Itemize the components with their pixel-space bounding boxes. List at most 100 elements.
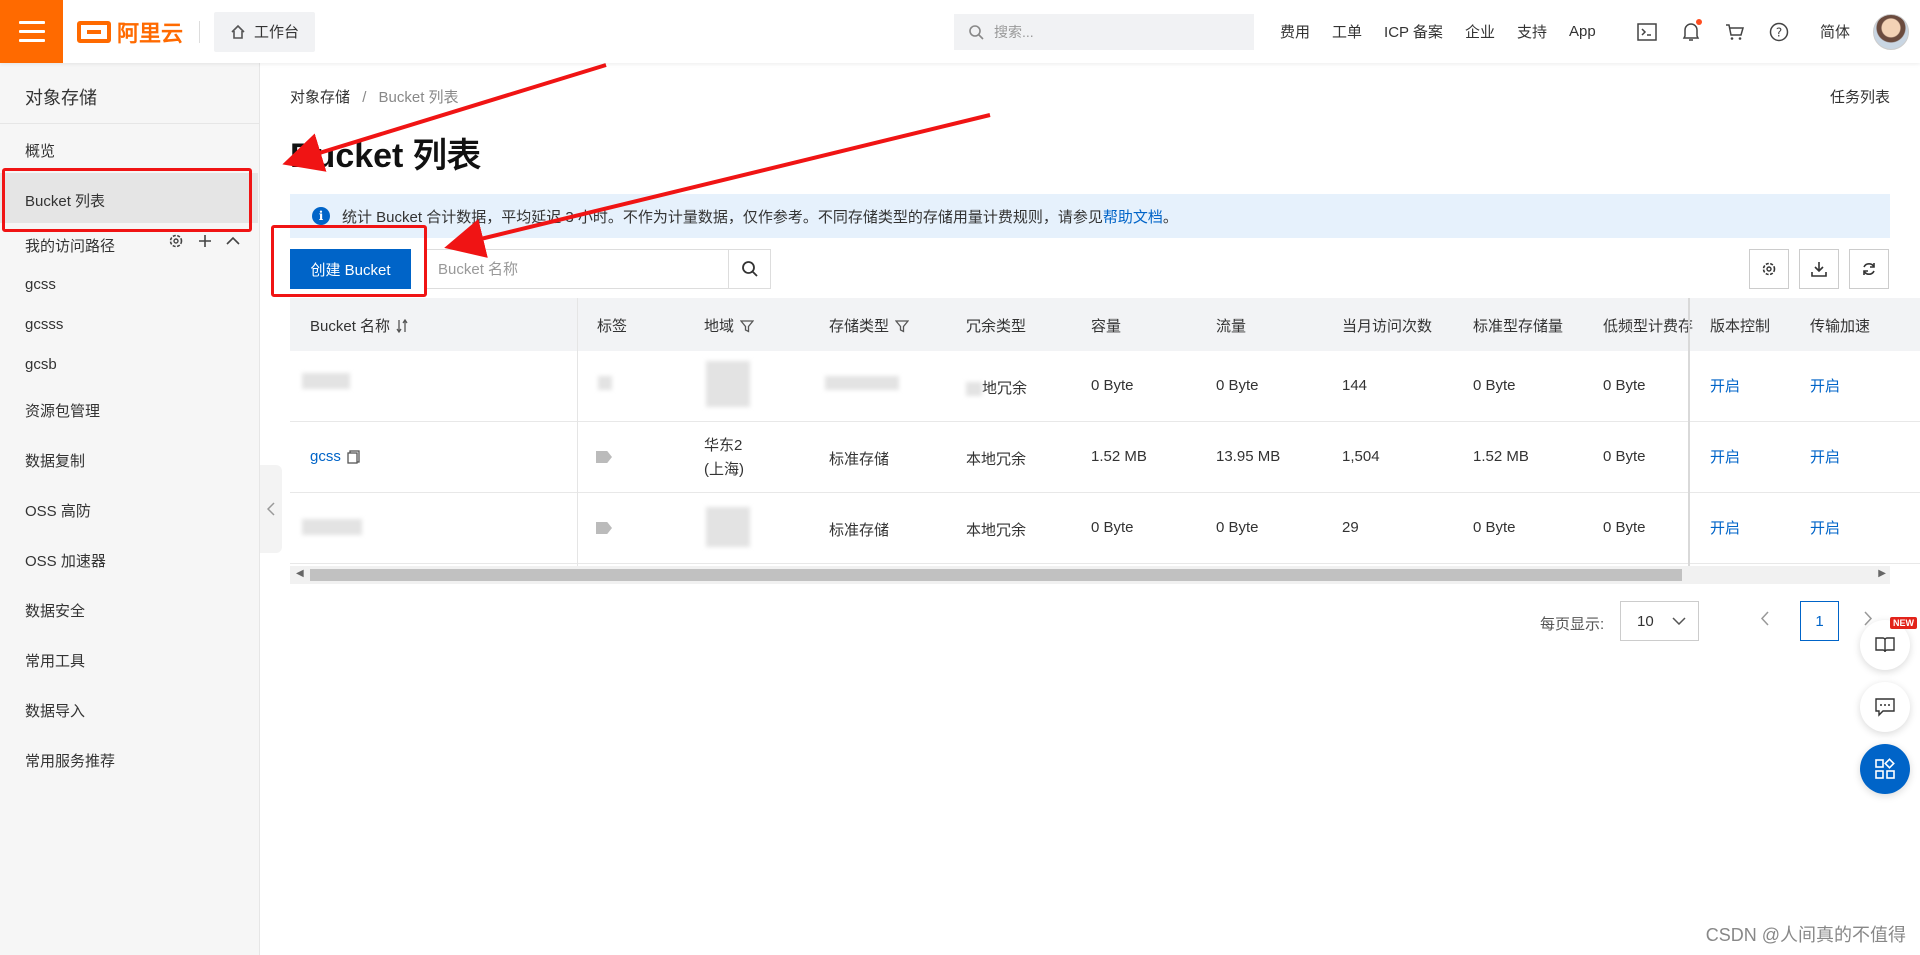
th-ia-billing: 低频型计费存: [1603, 318, 1694, 335]
aliyun-logo[interactable]: 阿里云: [77, 16, 183, 48]
bell-icon[interactable]: [1680, 18, 1702, 43]
prev-page-button[interactable]: [1760, 610, 1769, 631]
copy-icon[interactable]: [347, 449, 360, 464]
redacted-tag: [598, 376, 612, 390]
sidebar-item-service-recommend[interactable]: 常用服务推荐: [25, 750, 115, 771]
top-icons: ?: [1636, 0, 1790, 63]
chat-icon: [1875, 698, 1895, 717]
sidebar-item-data-import[interactable]: 数据导入: [25, 700, 85, 721]
sidebar-divider: [0, 123, 260, 124]
column-divider: [577, 298, 578, 568]
help-doc-link[interactable]: 帮助文档: [1103, 209, 1163, 226]
sort-icon[interactable]: [396, 318, 408, 333]
filter-icon[interactable]: [740, 319, 755, 333]
feedback-button[interactable]: [1860, 682, 1910, 732]
chevron-up-icon[interactable]: [226, 236, 240, 246]
cell-standard: 0 Byte: [1473, 519, 1516, 536]
table-row: gcss 华东2 (上海) 标准存储 本地冗余 1.52 MB 13.95 MB…: [290, 422, 1920, 493]
cell-redundancy: 本地冗余: [966, 451, 1027, 468]
cell-region-line2: (上海): [704, 461, 744, 478]
cell-traffic: 13.95 MB: [1216, 448, 1281, 465]
logo-text: 阿里云: [117, 20, 184, 46]
sidebar-item-oss-accelerator[interactable]: OSS 加速器: [25, 550, 106, 571]
annotation-box-create-bucket: [271, 225, 427, 297]
sidebar-path-gcsb[interactable]: gcsb: [25, 356, 57, 373]
user-avatar[interactable]: [1873, 14, 1909, 50]
terminal-icon[interactable]: [1636, 21, 1658, 43]
th-storage-class[interactable]: 存储类型: [829, 315, 910, 336]
nav-ticket[interactable]: 工单: [1332, 21, 1362, 42]
redacted-redundancy-prefix: [966, 382, 982, 397]
sidebar-item-oss-ddos[interactable]: OSS 高防: [25, 500, 91, 521]
versioning-enable-link[interactable]: 开启: [1710, 375, 1740, 396]
language-switch[interactable]: 简体: [1820, 21, 1850, 42]
tag-icon[interactable]: [596, 451, 612, 463]
th-capacity: 容量: [1091, 318, 1122, 335]
cell-storage-class: 标准存储: [829, 451, 890, 468]
apps-icon: [1875, 758, 1895, 779]
sidebar-path-gcsss[interactable]: gcsss: [25, 316, 63, 333]
task-list-link[interactable]: 任务列表: [1830, 86, 1890, 107]
scroll-left-arrow[interactable]: ◀: [296, 568, 304, 579]
book-icon: [1875, 637, 1895, 653]
apps-button[interactable]: [1860, 744, 1910, 794]
global-search-placeholder: 搜索...: [994, 24, 1034, 40]
filter-icon[interactable]: [895, 319, 910, 333]
gear-icon[interactable]: [168, 233, 184, 249]
th-storage-class-label: 存储类型: [829, 318, 890, 335]
refresh-button[interactable]: [1849, 249, 1889, 289]
global-search-input[interactable]: 搜索...: [954, 14, 1254, 50]
bucket-search-button[interactable]: [728, 250, 770, 288]
cell-capacity: 0 Byte: [1091, 377, 1134, 394]
sidebar-title: 对象存储: [25, 88, 97, 108]
sidebar-collapse-toggle[interactable]: [260, 465, 282, 553]
cell-visits: 29: [1342, 519, 1359, 536]
page-number-current[interactable]: 1: [1800, 601, 1839, 641]
versioning-enable-link[interactable]: 开启: [1710, 446, 1740, 467]
breadcrumb-root[interactable]: 对象存储: [290, 89, 350, 106]
nav-app[interactable]: App: [1569, 23, 1596, 40]
sidebar-item-resource-pkg[interactable]: 资源包管理: [25, 400, 100, 421]
table-horizontal-scrollbar[interactable]: ◀ ▶: [290, 566, 1890, 584]
notice-body: 统计 Bucket 合计数据，平均延迟 3 小时。不作为计量数据，仅作参考。不同…: [342, 208, 1103, 226]
bucket-link-gcss[interactable]: gcss: [310, 448, 360, 465]
chevron-left-icon: [267, 502, 275, 516]
nav-icp[interactable]: ICP 备案: [1384, 21, 1443, 42]
bucket-name-search-input[interactable]: [426, 250, 728, 288]
hamburger-menu-button[interactable]: [0, 0, 63, 63]
csdn-watermark: CSDN @人间真的不值得: [1705, 925, 1906, 945]
export-button[interactable]: [1799, 249, 1839, 289]
cell-standard: 1.52 MB: [1473, 448, 1529, 465]
annotation-box-bucket-list: [2, 168, 252, 232]
th-versioning: 版本控制: [1710, 318, 1771, 335]
accel-enable-link[interactable]: 开启: [1810, 375, 1840, 396]
sidebar-item-common-tools[interactable]: 常用工具: [25, 650, 85, 671]
scrollbar-thumb[interactable]: [310, 569, 1682, 581]
accel-enable-link[interactable]: 开启: [1810, 517, 1840, 538]
sidebar-item-overview[interactable]: 概览: [25, 140, 55, 161]
th-bucket-name[interactable]: Bucket 名称: [310, 315, 408, 336]
cart-icon[interactable]: [1724, 21, 1746, 43]
redacted-name: [302, 373, 350, 389]
cell-region-line1: 华东2: [704, 437, 743, 454]
nav-billing[interactable]: 费用: [1280, 21, 1310, 42]
nav-support[interactable]: 支持: [1517, 21, 1547, 42]
accel-enable-link[interactable]: 开启: [1810, 446, 1840, 467]
sidebar-path-gcss[interactable]: gcss: [25, 276, 56, 293]
nav-enterprise[interactable]: 企业: [1465, 21, 1495, 42]
per-page-select[interactable]: 10: [1620, 601, 1699, 641]
help-icon[interactable]: ?: [1768, 21, 1790, 43]
sidebar-item-my-paths[interactable]: 我的访问路径: [25, 235, 115, 256]
cell-redundancy: 地冗余: [966, 377, 1027, 398]
tag-icon[interactable]: [596, 522, 612, 534]
redacted-name: [302, 519, 362, 535]
sidebar-item-data-replication[interactable]: 数据复制: [25, 450, 85, 471]
versioning-enable-link[interactable]: 开启: [1710, 517, 1740, 538]
th-region[interactable]: 地域: [704, 315, 755, 336]
sidebar-item-data-security[interactable]: 数据安全: [25, 600, 85, 621]
table-settings-button[interactable]: [1749, 249, 1789, 289]
workbench-button[interactable]: 工作台: [214, 11, 316, 52]
cell-capacity: 0 Byte: [1091, 519, 1134, 536]
plus-icon[interactable]: [198, 234, 212, 248]
scroll-right-arrow[interactable]: ▶: [1878, 568, 1886, 579]
